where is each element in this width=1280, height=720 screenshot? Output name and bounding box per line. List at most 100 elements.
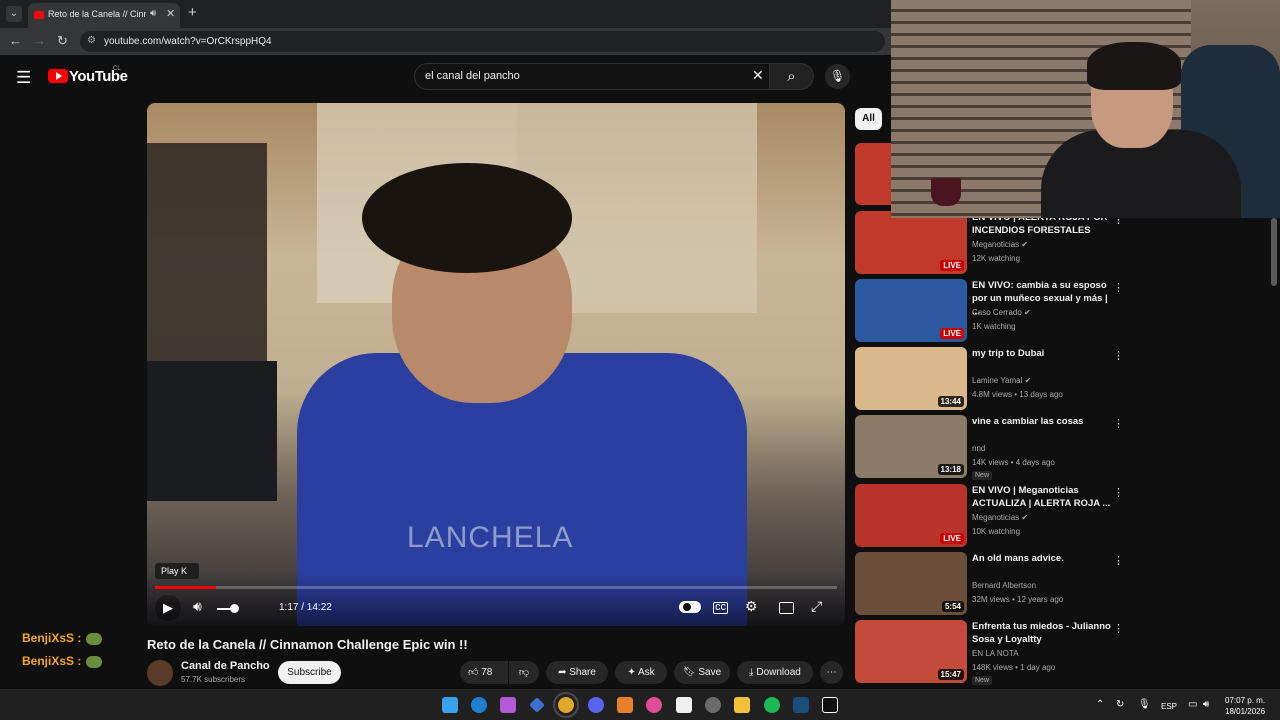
recommended-title[interactable]: my trip to Dubai (972, 347, 1112, 360)
menu-icon[interactable]: ☰ (16, 68, 31, 88)
video-player[interactable]: LANCHELA Play K ▶ 🔊︎ 1:17 / 14:22 cc ⚙ ⤢ (147, 103, 845, 626)
recommended-video[interactable]: 13:44 my trip to Dubai Lamine Yamal ✔ 4.8M … (855, 347, 1130, 411)
video-thumbnail[interactable]: LIVE (855, 279, 967, 342)
app-icon[interactable] (529, 697, 545, 713)
app-pink-icon[interactable] (646, 697, 662, 713)
progress-bar[interactable] (155, 586, 837, 589)
github-icon[interactable] (705, 697, 721, 713)
network-icon[interactable]: ▭ (1188, 699, 1197, 710)
fl-studio-icon[interactable] (617, 697, 633, 713)
site-info-icon[interactable]: ⚙ (87, 35, 96, 46)
recommended-video[interactable]: 5:54 An old mans advice. Bernard Albertson… (855, 552, 1130, 616)
recommended-channel[interactable]: EN LA NOTA (972, 649, 1019, 658)
clock[interactable]: 07:07 p. m. 18/01/2026 (1225, 695, 1265, 717)
search-button[interactable]: ⌕ (770, 63, 814, 90)
tab-search-button[interactable]: ⌄ (6, 6, 22, 22)
recommended-video[interactable]: 15:47 Enfrenta tus miedos - Julianno Sosa… (855, 620, 1130, 685)
channel-avatar[interactable] (147, 660, 173, 686)
dislike-button[interactable]: 👎︎ (509, 661, 539, 684)
more-options-icon[interactable]: ⋮ (1113, 281, 1124, 294)
recommended-channel[interactable]: Bernard Albertson (972, 581, 1036, 590)
more-options-icon[interactable]: ⋮ (1113, 622, 1124, 635)
more-options-icon[interactable]: ⋮ (1113, 349, 1124, 362)
volume-tray-icon[interactable]: 🔊︎ (1203, 699, 1209, 710)
microphone-tray-icon[interactable]: 🎙︎ (1138, 699, 1151, 710)
new-tab-button[interactable]: + (188, 4, 197, 21)
language-indicator[interactable]: ESP (1161, 702, 1177, 711)
spotify-icon[interactable] (764, 697, 780, 713)
theater-mode-icon[interactable] (779, 602, 794, 614)
play-button[interactable]: ▶ (155, 595, 181, 621)
volume-knob[interactable] (230, 604, 239, 613)
url-field[interactable]: ⚙ youtube.com/watch?v=OrCKrsppHQ4 (80, 31, 885, 52)
browser-tab-active[interactable]: Reto de la Canela // Cinnam 🔊︎ ✕ (28, 3, 180, 28)
back-arrow-icon[interactable]: ← (9, 33, 22, 48)
recommended-channel[interactable]: Meganoticias ✔ (972, 513, 1028, 522)
video-thumbnail[interactable]: 13:18 (855, 415, 967, 478)
more-options-icon[interactable]: ⋮ (1113, 486, 1124, 499)
chat-username: BenjiXsS : (22, 654, 82, 668)
recommended-video[interactable]: LIVEEN VIVO | ALERTA ROJA POR INCENDIOS … (855, 211, 1130, 275)
more-options-icon[interactable]: ⋮ (1113, 554, 1124, 567)
sparkle-icon: ✦ (627, 667, 636, 678)
save-button[interactable]: 🔖︎ Save (674, 661, 730, 684)
chrome-icon[interactable] (553, 692, 579, 718)
windows-start-icon[interactable] (442, 697, 458, 713)
recommended-channel[interactable]: Meganoticias ✔ (972, 240, 1028, 249)
recommended-video[interactable]: LIVE EN VIVO: cambia a su esposo por un m… (855, 279, 1130, 343)
subscribe-button[interactable]: Subscribe (278, 661, 341, 684)
captions-icon[interactable]: cc (713, 602, 728, 614)
forward-arrow-icon[interactable]: → (33, 33, 46, 48)
recommended-title[interactable]: An old mans advice. (972, 552, 1112, 565)
tab-close-icon[interactable]: ✕ (166, 7, 175, 20)
share-button[interactable]: ➦ Share (546, 661, 608, 684)
scrollbar-thumb[interactable] (1271, 218, 1277, 286)
reload-icon[interactable]: ↻ (57, 33, 68, 49)
discord-icon[interactable] (588, 697, 604, 713)
frog-emote-icon (86, 656, 102, 668)
partial-thumbnail[interactable] (855, 143, 891, 205)
clear-search-icon[interactable]: ✕ (752, 67, 764, 84)
sync-icon[interactable]: ↻ (1116, 699, 1124, 710)
edge-icon[interactable] (471, 697, 487, 713)
app-dark-icon[interactable] (822, 697, 838, 713)
show-hidden-icons-icon[interactable]: ⌃ (1096, 699, 1104, 710)
chat-username: BenjiXsS : (22, 631, 82, 645)
channel-name[interactable]: Canal de Pancho (181, 660, 270, 672)
steam-icon[interactable] (793, 697, 809, 713)
video-thumbnail[interactable]: LIVE (855, 484, 967, 547)
copilot-icon[interactable] (500, 697, 516, 713)
recommended-title[interactable]: Enfrenta tus miedos - Julianno Sosa y Lo… (972, 620, 1112, 646)
volume-icon[interactable]: 🔊︎ (193, 598, 202, 615)
download-button[interactable]: ⤓ Download (737, 661, 813, 684)
more-actions-button[interactable]: ⋯ (820, 661, 843, 684)
recommended-channel[interactable]: Lamine Yamal ✔ (972, 376, 1031, 385)
youtube-logo-icon[interactable] (48, 69, 68, 83)
search-input[interactable]: el canal del pancho ✕ (414, 63, 770, 90)
time-display: 1:17 / 14:22 (279, 602, 332, 613)
microphone-icon[interactable]: 🎙︎ (825, 64, 850, 89)
chip-all[interactable]: All (855, 108, 882, 130)
file-explorer-icon[interactable] (734, 697, 750, 713)
like-button[interactable]: 👍︎ 78 (460, 661, 508, 684)
recommended-title[interactable]: vine a cambiar las cosas (972, 415, 1112, 428)
video-thumbnail[interactable]: LIVE (855, 211, 967, 274)
recommended-channel[interactable]: nnd (972, 444, 985, 453)
video-thumbnail[interactable]: 5:54 (855, 552, 967, 615)
settings-gear-icon[interactable]: ⚙ (745, 598, 758, 615)
recommended-channel[interactable]: Caso Cerrado ✔ (972, 308, 1031, 317)
video-thumbnail[interactable]: 15:47 (855, 620, 967, 683)
video-thumbnail[interactable]: 13:44 (855, 347, 967, 410)
channel-name-text: Lamine Yamal (972, 376, 1023, 385)
recommended-video[interactable]: LIVE EN VIVO | Meganoticias ACTUALIZA | A… (855, 484, 1130, 548)
notepad-icon[interactable] (676, 697, 692, 713)
recommended-title[interactable]: EN VIVO | Meganoticias ACTUALIZA | ALERT… (972, 484, 1112, 510)
fullscreen-icon[interactable]: ⤢ (811, 598, 822, 615)
speaker-icon[interactable]: 🔊︎ (150, 8, 156, 19)
more-options-icon[interactable]: ⋮ (1113, 417, 1124, 430)
duration-badge: 15:47 (937, 669, 964, 680)
ask-button[interactable]: ✦ Ask (615, 661, 667, 684)
recommended-video[interactable]: 13:18 vine a cambiar las cosas nnd 14K view… (855, 415, 1130, 480)
tooltip-label: Play (161, 566, 179, 576)
shirt-text: LANCHELA (407, 521, 574, 554)
